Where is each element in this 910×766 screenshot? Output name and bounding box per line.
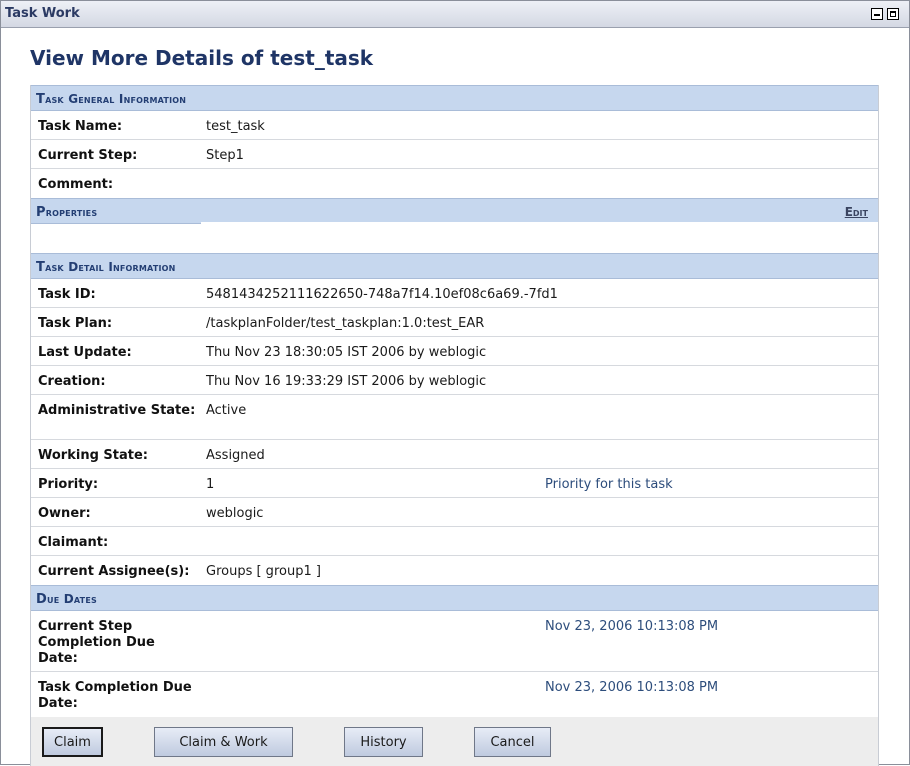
section-header-due-dates: Due Dates	[31, 585, 878, 611]
row-task-name: Task Name: test_task	[31, 111, 878, 140]
field-value: Nov 23, 2006 10:13:08 PM	[545, 619, 719, 634]
field-label: Task Completion Due Date:	[38, 680, 192, 711]
field-label: Task Plan:	[38, 316, 113, 331]
field-label: Current Assignee(s):	[38, 564, 190, 579]
page-title: View More Details of test_task	[30, 46, 374, 70]
field-value: Assigned	[206, 448, 265, 463]
field-label: Priority:	[38, 477, 99, 492]
claim-button[interactable]: Claim	[42, 727, 103, 757]
field-value: test_task	[206, 119, 265, 134]
row-priority: Priority: 1 Priority for this task	[31, 469, 878, 498]
section-title-detail: Task Detail Information	[36, 260, 176, 275]
field-label: Current Step Completion Due Date:	[38, 619, 155, 666]
section-title-due-dates: Due Dates	[36, 592, 97, 607]
field-value: Active	[206, 403, 247, 418]
section-title-properties: Properties	[36, 205, 98, 220]
field-value: 1	[206, 477, 215, 492]
claim-and-work-button[interactable]: Claim & Work	[154, 727, 293, 757]
field-value: 5481434252111622650-748a7f14.10ef08c6a69…	[206, 287, 558, 302]
field-value: Groups [ group1 ]	[206, 564, 321, 579]
field-label: Current Step:	[38, 148, 138, 163]
field-value: Nov 23, 2006 10:13:08 PM	[545, 680, 719, 695]
field-label: Creation:	[38, 374, 106, 389]
field-label: Last Update:	[38, 345, 132, 360]
row-owner: Owner: weblogic	[31, 498, 878, 527]
row-task-due-date: Task Completion Due Date: Nov 23, 2006 1…	[31, 672, 878, 717]
row-claimant: Claimant:	[31, 527, 878, 556]
field-value: /taskplanFolder/test_taskplan:1.0:test_E…	[206, 316, 485, 331]
properties-body	[31, 224, 878, 253]
field-label: Working State:	[38, 448, 148, 463]
row-working-state: Working State: Assigned	[31, 440, 878, 469]
row-step-due-date: Current Step Completion Due Date: Nov 23…	[31, 611, 878, 672]
row-comment: Comment:	[31, 169, 878, 198]
row-administrative-state: Administrative State: Active	[31, 395, 878, 440]
field-label: Owner:	[38, 506, 91, 521]
field-label: Task ID:	[38, 287, 96, 302]
cancel-button[interactable]: Cancel	[474, 727, 551, 757]
field-label: Comment:	[38, 177, 114, 192]
priority-note: Priority for this task	[545, 477, 673, 492]
field-value: weblogic	[206, 506, 264, 521]
minimize-icon[interactable]	[871, 8, 883, 20]
section-header-general: Task General Information	[31, 85, 878, 111]
action-button-bar: Claim Claim & Work History Cancel	[31, 717, 878, 766]
section-header-properties: Properties Edit	[31, 198, 878, 224]
window-titlebar: Task Work	[1, 1, 909, 28]
edit-properties-link[interactable]: Edit	[845, 205, 868, 219]
field-value: Step1	[206, 148, 244, 163]
field-label: Administrative State:	[38, 403, 196, 418]
field-label: Claimant:	[38, 535, 109, 550]
task-work-window: Task Work View More Details of test_task…	[0, 0, 910, 766]
row-task-plan: Task Plan: /taskplanFolder/test_taskplan…	[31, 308, 878, 337]
field-value: Thu Nov 23 18:30:05 IST 2006 by weblogic	[206, 345, 487, 360]
window-title: Task Work	[5, 6, 80, 21]
section-header-detail: Task Detail Information	[31, 253, 878, 279]
row-creation: Creation: Thu Nov 16 19:33:29 IST 2006 b…	[31, 366, 878, 395]
section-title-general: Task General Information	[36, 92, 187, 107]
field-value: Thu Nov 16 19:33:29 IST 2006 by weblogic	[206, 374, 487, 389]
details-panel: Task General Information Task Name: test…	[30, 85, 879, 766]
row-task-id: Task ID: 5481434252111622650-748a7f14.10…	[31, 279, 878, 308]
field-label: Task Name:	[38, 119, 123, 134]
row-current-step: Current Step: Step1	[31, 140, 878, 169]
row-current-assignees: Current Assignee(s): Groups [ group1 ]	[31, 556, 878, 585]
history-button[interactable]: History	[344, 727, 423, 757]
row-last-update: Last Update: Thu Nov 23 18:30:05 IST 200…	[31, 337, 878, 366]
maximize-icon[interactable]	[887, 8, 899, 20]
